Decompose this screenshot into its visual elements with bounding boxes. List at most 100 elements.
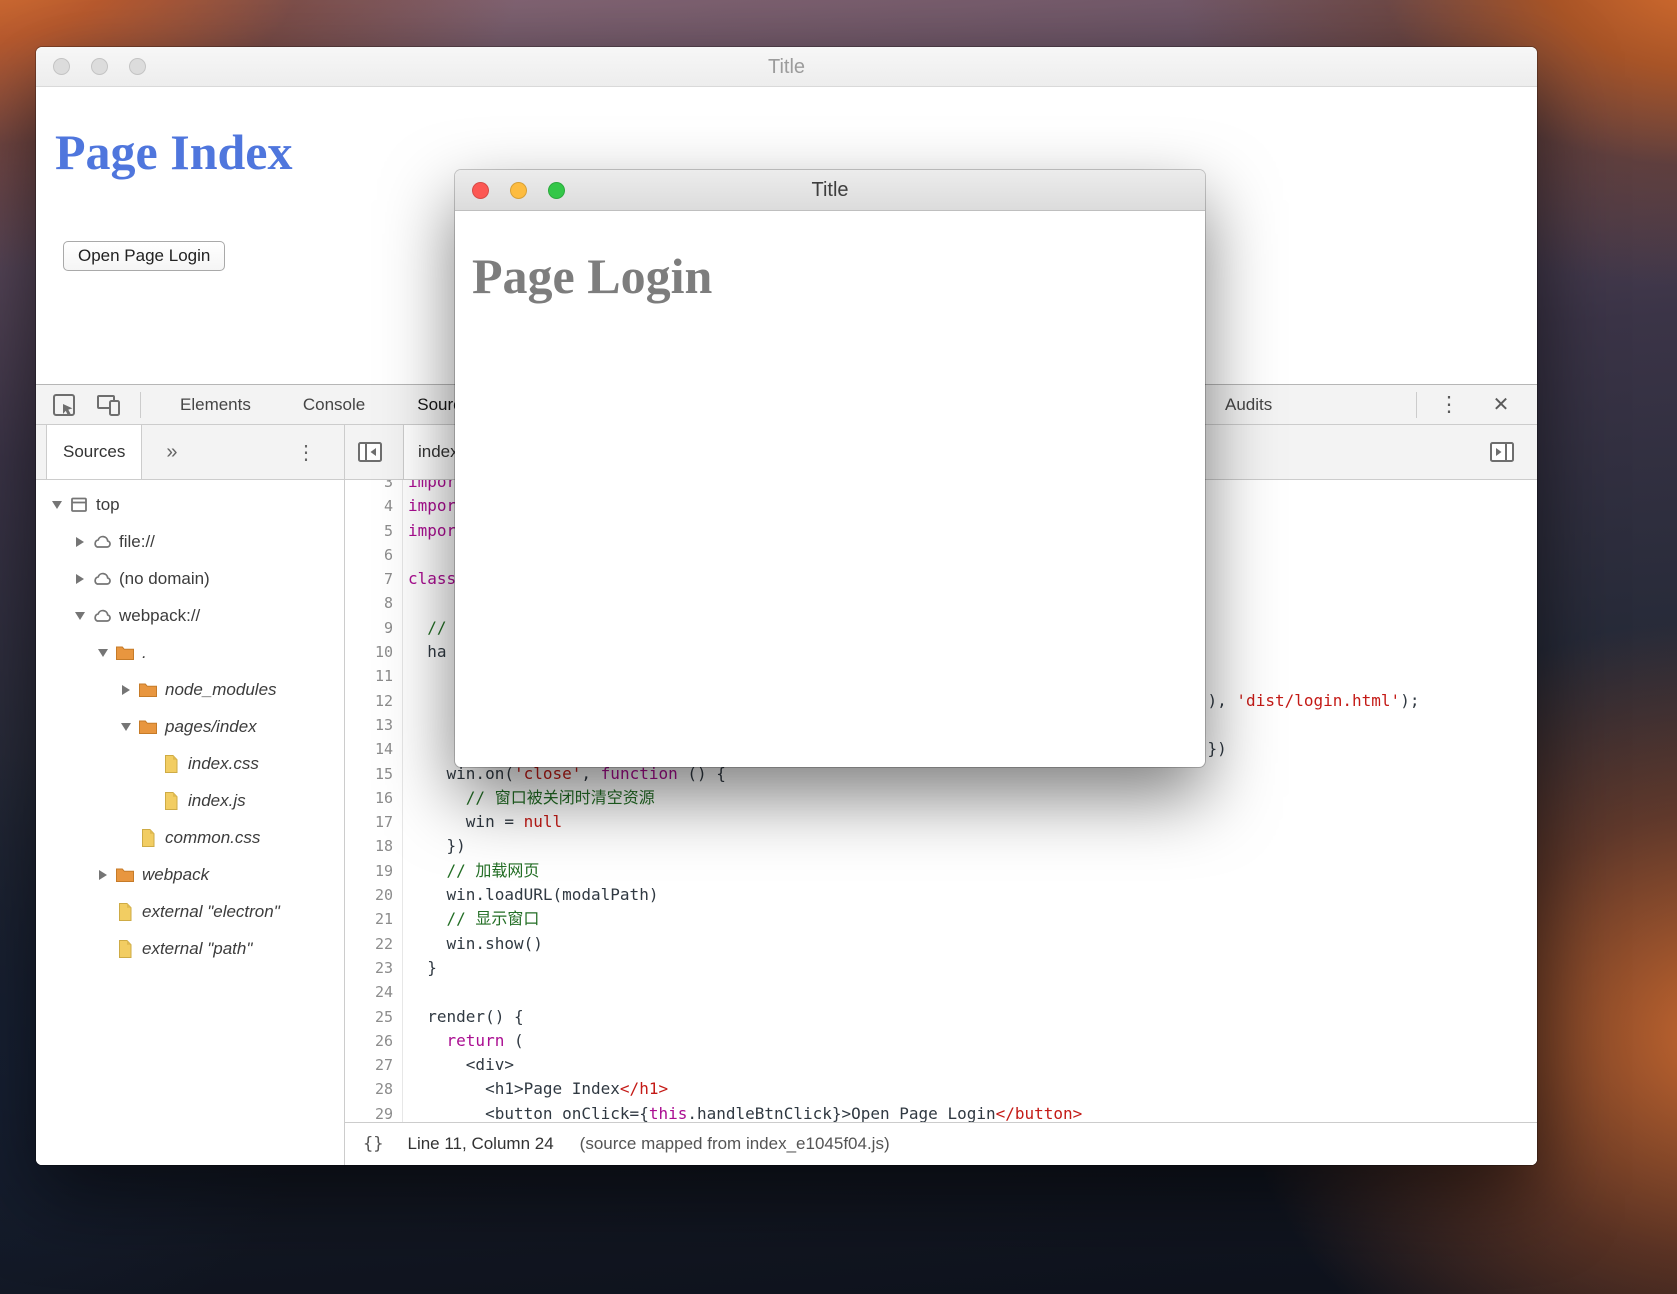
code-line[interactable]: 16 // 窗口被关闭时清空资源 [345,786,1537,810]
line-number[interactable]: 9 [345,616,402,640]
folder-icon [114,865,136,885]
tab-elements[interactable]: Elements [154,385,277,424]
device-toolbar-icon[interactable] [95,392,123,418]
triangle-down-icon[interactable] [117,722,135,731]
tree-item-external-electron[interactable]: external "electron" [36,893,344,930]
tree-item-no-domain[interactable]: (no domain) [36,560,344,597]
triangle-right-icon[interactable] [71,573,89,584]
line-number[interactable]: 20 [345,883,402,907]
code-line[interactable]: 24 [345,980,1537,1004]
code-line[interactable]: 28 <h1>Page Index</h1> [345,1077,1537,1101]
code-token: ); [1400,690,1420,710]
line-number[interactable]: 6 [345,543,402,567]
tree-item-external-path[interactable]: external "path" [36,930,344,967]
line-number[interactable]: 8 [345,591,402,615]
code-text: win = null [402,810,562,834]
tab-audits[interactable]: Audits [1199,385,1298,424]
devtools-menu-icon[interactable]: ⋮ [1434,385,1464,425]
modal-heading: Page Login [472,248,713,304]
line-number[interactable]: 15 [345,762,402,786]
code-token: }) [408,836,466,856]
tab-console[interactable]: Console [277,385,391,424]
page-heading: Page Index [55,124,293,180]
triangle-down-icon[interactable] [71,611,89,620]
tree-item-label: common.css [165,827,261,847]
code-token: </h1> [619,1079,669,1099]
code-line[interactable]: 18 }) [345,834,1537,858]
line-number[interactable]: 24 [345,980,402,1004]
triangle-right-icon[interactable] [117,684,135,695]
navigator-tab-sources[interactable]: Sources [46,425,143,479]
open-page-login-button[interactable]: Open Page Login [63,241,226,271]
line-number[interactable]: 10 [345,640,402,664]
navigator-menu-icon[interactable]: ⋮ [296,440,316,465]
line-number[interactable]: 4 [345,494,402,518]
triangle-right-icon[interactable] [94,869,112,880]
line-number[interactable]: 29 [345,1102,402,1122]
cursor-position: Line 11, Column 24 [407,1134,554,1153]
line-number[interactable]: 12 [345,689,402,713]
modal-window: Title Page Login [455,170,1205,767]
line-number[interactable]: 19 [345,859,402,883]
modal-titlebar[interactable]: Title [455,170,1205,211]
line-number[interactable]: 13 [345,713,402,737]
line-number[interactable]: 28 [345,1077,402,1101]
code-line[interactable]: 19 // 加载网页 [345,859,1537,883]
code-token: .handleBtnClick}>Open Page Login [687,1103,996,1122]
code-token: // 窗口被关闭时清空资源 [465,787,655,807]
code-text: <h1>Page Index</h1> [402,1077,668,1101]
line-number[interactable]: 26 [345,1029,402,1053]
toggle-debugger-icon[interactable] [1489,439,1515,465]
sources-navigator: Sources » ⋮ top file:// (no domain) webpack… [36,425,345,1165]
line-number[interactable]: 17 [345,810,402,834]
tree-item-node-modules[interactable]: node_modules [36,671,344,708]
tree-item-index-css[interactable]: index.css [36,745,344,782]
inspect-element-icon[interactable] [50,392,78,418]
tree-item-common-css[interactable]: common.css [36,819,344,856]
code-text: // 显示窗口 [402,907,540,931]
line-number[interactable]: 11 [345,664,402,688]
triangle-down-icon[interactable] [48,500,66,509]
code-line[interactable]: 26 return ( [345,1029,1537,1053]
code-line[interactable]: 17 win = null [345,810,1537,834]
line-number[interactable]: 25 [345,1005,402,1029]
tree-item-pages-index[interactable]: pages/index [36,708,344,745]
tree-item-top[interactable]: top [36,486,344,523]
line-number[interactable]: 16 [345,786,402,810]
line-number[interactable]: 14 [345,737,402,761]
tree-item-index-js[interactable]: index.js [36,782,344,819]
code-line[interactable]: 23 } [345,956,1537,980]
line-number[interactable]: 21 [345,907,402,931]
line-number[interactable]: 3 [345,480,402,494]
triangle-right-icon[interactable] [71,536,89,547]
pretty-print-icon[interactable]: {} [363,1134,383,1154]
line-number[interactable]: 18 [345,834,402,858]
toolbar-separator [140,391,141,418]
line-number[interactable]: 27 [345,1053,402,1077]
tree-item-item[interactable]: . [36,634,344,671]
close-devtools-icon[interactable]: ✕ [1484,385,1518,425]
tree-item-file[interactable]: file:// [36,523,344,560]
line-number[interactable]: 7 [345,567,402,591]
code-text: ha [402,640,446,664]
file-icon [137,828,159,848]
more-tabs-icon[interactable]: » [166,441,177,464]
main-window-titlebar[interactable]: Title [36,47,1537,87]
line-number[interactable]: 22 [345,932,402,956]
code-line[interactable]: 25 render() { [345,1005,1537,1029]
triangle-down-icon[interactable] [94,648,112,657]
tree-item-webpack[interactable]: webpack [36,856,344,893]
line-number[interactable]: 23 [345,956,402,980]
tree-item-webpack[interactable]: webpack:// [36,597,344,634]
code-line[interactable]: 21 // 显示窗口 [345,907,1537,931]
code-line[interactable]: 22 win.show() [345,932,1537,956]
cloud-icon [91,569,113,589]
toggle-navigator-icon[interactable] [357,439,383,465]
code-line[interactable]: 27 <div> [345,1053,1537,1077]
code-line[interactable]: 29 <button onClick={this.handleBtnClick}… [345,1102,1537,1122]
line-number[interactable]: 5 [345,519,402,543]
tree-item-label: (no domain) [119,568,210,588]
code-line[interactable]: 20 win.loadURL(modalPath) [345,883,1537,907]
